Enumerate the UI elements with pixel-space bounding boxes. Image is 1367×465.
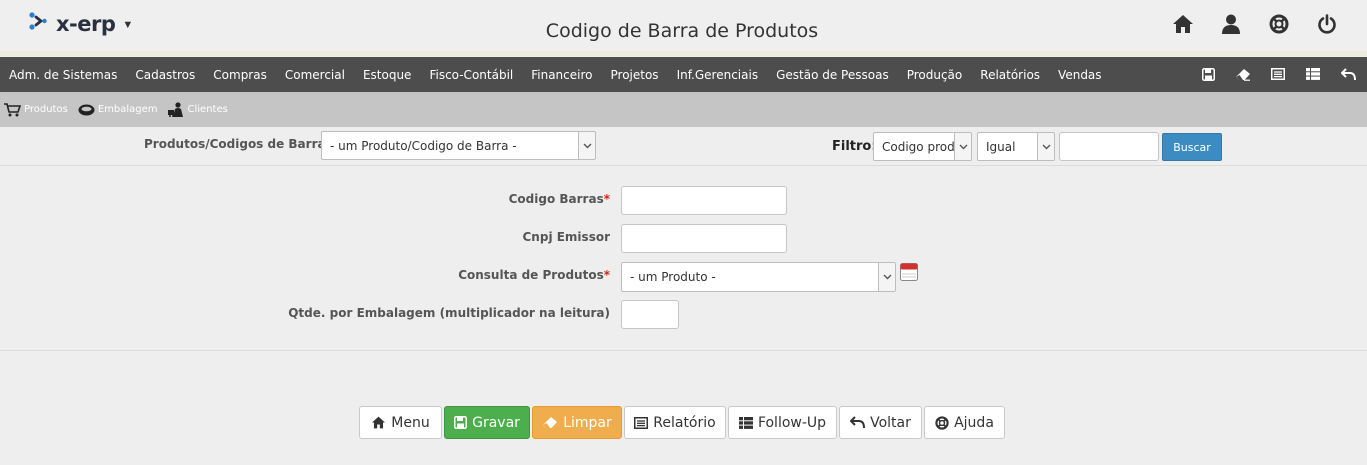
- qtde-embalagem-input[interactable]: [621, 300, 679, 329]
- cart-icon: [4, 102, 21, 116]
- lifebuoy-icon[interactable]: [1267, 12, 1291, 36]
- follow-up-button[interactable]: Follow-Up: [728, 406, 837, 439]
- report-button[interactable]: Relatório: [624, 406, 726, 439]
- record-selector-value: - um Produto/Codigo de Barra -: [330, 138, 517, 153]
- submenu-item-embalagem[interactable]: Embalagem: [78, 104, 158, 116]
- back-button-label: Voltar: [870, 414, 911, 431]
- user-icon[interactable]: [1219, 12, 1243, 36]
- list-icon: [634, 416, 649, 429]
- save-icon[interactable]: [1199, 65, 1217, 83]
- submenu-label-produtos: Produtos: [24, 104, 68, 115]
- back-button[interactable]: Voltar: [839, 406, 922, 439]
- menu-item-projetos[interactable]: Projetos: [602, 68, 668, 82]
- table-icon: [738, 416, 753, 429]
- follow-up-button-label: Follow-Up: [757, 414, 827, 431]
- page-title: Codigo de Barra de Produtos: [545, 20, 819, 42]
- menu-item-fisco-contabil[interactable]: Fisco-Contábil: [420, 68, 522, 82]
- clear-button[interactable]: Limpar: [532, 406, 622, 439]
- main-menu: Adm. de Sistemas Cadastros Compras Comer…: [0, 57, 1367, 92]
- chevron-down-icon: [954, 133, 971, 160]
- submenu-item-produtos[interactable]: Produtos: [4, 102, 68, 117]
- filter-operator-value: Igual: [986, 139, 1016, 154]
- consulta-produtos-value: - um Produto -: [630, 270, 716, 284]
- menu-button[interactable]: Menu: [359, 406, 442, 439]
- menu-item-vendas[interactable]: Vendas: [1049, 68, 1111, 82]
- undo-icon: [850, 416, 866, 429]
- menu-button-label: Menu: [391, 414, 430, 431]
- menu-item-inf-gerenciais[interactable]: Inf.Gerenciais: [668, 68, 768, 82]
- search-button[interactable]: Buscar: [1162, 133, 1222, 161]
- filter-bar: Produtos/Codigos de Barras - um Produto/…: [0, 128, 1367, 166]
- record-selector[interactable]: - um Produto/Codigo de Barra -: [321, 131, 596, 160]
- filter-search-input[interactable]: [1059, 132, 1159, 161]
- consulta-produtos-label: Consulta de Produtos*: [458, 268, 610, 282]
- lifebuoy-icon: [935, 415, 949, 430]
- save-button-label: Gravar: [472, 414, 520, 431]
- record-selector-label: Produtos/Codigos de Barras: [144, 137, 333, 151]
- package-icon: [78, 104, 95, 115]
- home-icon[interactable]: [1171, 12, 1195, 36]
- required-marker: *: [603, 192, 610, 206]
- menu-item-compras[interactable]: Compras: [204, 68, 276, 82]
- calendar-icon[interactable]: [900, 263, 918, 286]
- chevron-down-icon: [1037, 133, 1054, 160]
- report-button-label: Relatório: [653, 414, 716, 431]
- menu-item-relatorios[interactable]: Relatórios: [971, 68, 1049, 82]
- form-divider: [0, 350, 1367, 351]
- codigo-barras-label: Codigo Barras*: [509, 192, 610, 206]
- codigo-barras-label-text: Codigo Barras: [508, 192, 604, 206]
- help-button[interactable]: Ajuda: [924, 406, 1005, 439]
- cnpj-emissor-label: Cnpj Emissor: [522, 230, 611, 244]
- top-bar-divider: [0, 51, 1367, 56]
- menu-item-producao[interactable]: Produção: [898, 68, 972, 82]
- chevron-down-icon: [578, 132, 595, 159]
- menu-item-estoque[interactable]: Estoque: [354, 68, 421, 82]
- save-icon: [454, 416, 468, 429]
- top-bar: x-erp ▼ Codigo de Barra de Produtos: [0, 0, 1367, 52]
- menu-item-financeiro[interactable]: Financeiro: [522, 68, 601, 82]
- filter-field-select[interactable]: Codigo produto: [873, 132, 972, 161]
- cnpj-emissor-input[interactable]: [621, 224, 787, 253]
- help-button-label: Ajuda: [954, 414, 994, 431]
- submenu-label-clientes: Clientes: [187, 104, 228, 115]
- filter-field-value: Codigo produto: [882, 139, 955, 154]
- consulta-produtos-select[interactable]: - um Produto -: [621, 262, 896, 292]
- menu-item-gestao-pessoas[interactable]: Gestão de Pessoas: [767, 68, 898, 82]
- submenu-item-clientes[interactable]: Clientes: [167, 102, 228, 117]
- power-icon[interactable]: [1315, 12, 1339, 36]
- clients-icon: [167, 102, 183, 117]
- save-button[interactable]: Gravar: [444, 406, 530, 439]
- menu-item-cadastros[interactable]: Cadastros: [126, 68, 204, 82]
- codigo-barras-input[interactable]: [621, 186, 787, 215]
- consulta-produtos-label-text: Consulta de Produtos: [458, 268, 604, 282]
- chevron-down-icon: [878, 263, 895, 291]
- menu-item-comercial[interactable]: Comercial: [276, 68, 354, 82]
- home-icon: [372, 416, 386, 429]
- menu-item-adm-sistemas[interactable]: Adm. de Sistemas: [0, 68, 126, 82]
- sub-menu: Produtos Embalagem Clientes: [0, 92, 1367, 127]
- table-icon[interactable]: [1304, 65, 1322, 83]
- filter-label: Filtro:: [832, 139, 877, 154]
- filter-operator-select[interactable]: Igual: [977, 132, 1055, 161]
- submenu-label-embalagem: Embalagem: [97, 104, 158, 115]
- required-marker: *: [603, 268, 610, 282]
- eraser-icon: [543, 417, 558, 428]
- eraser-icon[interactable]: [1234, 65, 1252, 83]
- list-icon[interactable]: [1269, 65, 1287, 83]
- clear-button-label: Limpar: [563, 414, 612, 431]
- undo-icon[interactable]: [1339, 65, 1357, 83]
- qtde-embalagem-label: Qtde. por Embalagem (multiplicador na le…: [288, 306, 610, 320]
